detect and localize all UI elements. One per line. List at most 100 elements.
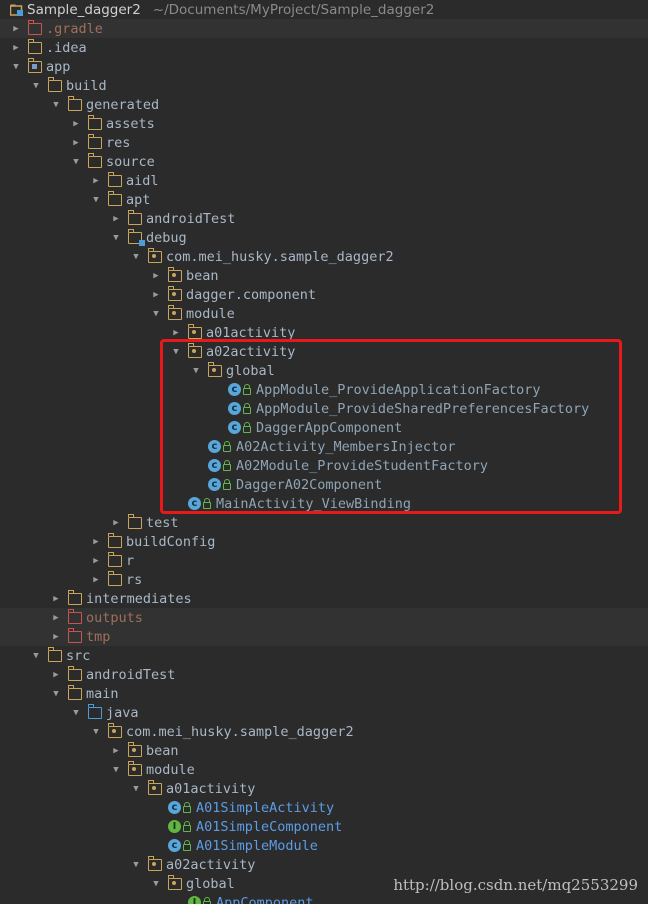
chevron-right-icon[interactable]: ▶ — [10, 43, 22, 53]
chevron-right-icon[interactable]: ▶ — [90, 537, 102, 547]
tree-row[interactable]: ▶ androidTest — [0, 665, 648, 684]
source-folder-icon — [87, 703, 102, 719]
tree-row[interactable]: ▶cAppModule_ProvideSharedPreferencesFact… — [0, 399, 648, 418]
tree-row[interactable]: ▼ main — [0, 684, 648, 703]
chevron-right-icon[interactable]: ▶ — [70, 119, 82, 129]
project-path: ~/Documents/MyProject/Sample_dagger2 — [152, 1, 435, 18]
chevron-down-icon[interactable]: ▼ — [30, 651, 42, 661]
tree-row[interactable]: ▶ assets — [0, 114, 648, 133]
chevron-down-icon[interactable]: ▼ — [10, 62, 22, 72]
tree-item-label: debug — [146, 229, 187, 246]
chevron-right-icon[interactable]: ▶ — [50, 594, 62, 604]
tree-row[interactable]: ▶cA02Activity_MembersInjector — [0, 437, 648, 456]
chevron-right-icon[interactable]: ▶ — [50, 670, 62, 680]
chevron-down-icon[interactable]: ▼ — [50, 689, 62, 699]
tree-item-label: dagger.component — [186, 286, 317, 303]
tree-item-label: buildConfig — [126, 533, 216, 550]
chevron-down-icon[interactable]: ▼ — [110, 233, 122, 243]
tree-row[interactable]: ▶cDaggerAppComponent — [0, 418, 648, 437]
tree-row[interactable]: ▶ dagger.component — [0, 285, 648, 304]
chevron-down-icon[interactable]: ▼ — [130, 252, 142, 262]
chevron-down-icon[interactable]: ▼ — [130, 860, 142, 870]
chevron-right-icon[interactable]: ▶ — [70, 138, 82, 148]
package-folder-icon — [147, 247, 162, 263]
chevron-down-icon[interactable]: ▼ — [70, 157, 82, 167]
tree-item-label: DaggerA02Component — [236, 476, 383, 493]
lock-icon — [203, 497, 211, 509]
tree-row[interactable]: ▶cMainActivity_ViewBinding — [0, 494, 648, 513]
project-name[interactable]: Sample_dagger2 — [27, 2, 141, 18]
lock-icon — [183, 820, 191, 832]
tree-row[interactable]: ▶ outputs — [0, 608, 648, 627]
tree-row[interactable]: ▼ source — [0, 152, 648, 171]
chevron-right-icon[interactable]: ▶ — [150, 290, 162, 300]
tree-item-label: androidTest — [146, 210, 236, 227]
class-icon: c — [228, 402, 241, 415]
chevron-down-icon[interactable]: ▼ — [70, 708, 82, 718]
chevron-right-icon[interactable]: ▶ — [150, 271, 162, 281]
tree-row[interactable]: ▶ a01activity — [0, 323, 648, 342]
tree-row[interactable]: ▼ debug — [0, 228, 648, 247]
chevron-right-icon[interactable]: ▶ — [90, 176, 102, 186]
chevron-down-icon[interactable]: ▼ — [190, 366, 202, 376]
chevron-down-icon[interactable]: ▼ — [30, 81, 42, 91]
tree-row[interactable]: ▼ a01activity — [0, 779, 648, 798]
tree-row[interactable]: ▶ androidTest — [0, 209, 648, 228]
chevron-down-icon[interactable]: ▼ — [90, 727, 102, 737]
tree-row[interactable]: ▶cDaggerA02Component — [0, 475, 648, 494]
tree-row[interactable]: ▶cA01SimpleModule — [0, 836, 648, 855]
chevron-down-icon[interactable]: ▼ — [50, 100, 62, 110]
excluded-folder-icon — [27, 19, 42, 35]
tree-row[interactable]: ▼ com.mei_husky.sample_dagger2 — [0, 722, 648, 741]
tree-row[interactable]: ▶IA01SimpleComponent — [0, 817, 648, 836]
tree-row[interactable]: ▶ buildConfig — [0, 532, 648, 551]
tree-row[interactable]: ▼ module — [0, 760, 648, 779]
tree-row[interactable]: ▶IAppComponent — [0, 893, 648, 904]
tree-row[interactable]: ▶ intermediates — [0, 589, 648, 608]
package-folder-icon — [127, 741, 142, 757]
tree-row[interactable]: ▼ build — [0, 76, 648, 95]
tree-row[interactable]: ▼ apt — [0, 190, 648, 209]
chevron-right-icon[interactable]: ▶ — [110, 214, 122, 224]
tree-row[interactable]: ▶ r — [0, 551, 648, 570]
package-folder-icon — [187, 342, 202, 358]
tree-item-label: A01SimpleModule — [196, 837, 318, 854]
chevron-right-icon[interactable]: ▶ — [50, 613, 62, 623]
chevron-down-icon[interactable]: ▼ — [90, 195, 102, 205]
chevron-right-icon[interactable]: ▶ — [170, 328, 182, 338]
tree-row[interactable]: ▼ module — [0, 304, 648, 323]
chevron-down-icon[interactable]: ▼ — [170, 347, 182, 357]
tree-row[interactable]: ▼ a02activity — [0, 855, 648, 874]
chevron-right-icon[interactable]: ▶ — [90, 556, 102, 566]
tree-row[interactable]: ▼ generated — [0, 95, 648, 114]
tree-row[interactable]: ▼ com.mei_husky.sample_dagger2 — [0, 247, 648, 266]
tree-item-label: A02Module_ProvideStudentFactory — [236, 457, 488, 474]
tree-row[interactable]: ▶cA01SimpleActivity — [0, 798, 648, 817]
tree-row[interactable]: ▶ tmp — [0, 627, 648, 646]
chevron-down-icon[interactable]: ▼ — [150, 879, 162, 889]
tree-row[interactable]: ▼ app — [0, 57, 648, 76]
tree-row[interactable]: ▶ rs — [0, 570, 648, 589]
chevron-down-icon[interactable]: ▼ — [130, 784, 142, 794]
chevron-down-icon[interactable]: ▼ — [110, 765, 122, 775]
tree-row[interactable]: ▶ test — [0, 513, 648, 532]
tree-row[interactable]: ▼ global — [0, 361, 648, 380]
tree-row[interactable]: ▼ java — [0, 703, 648, 722]
chevron-right-icon[interactable]: ▶ — [90, 575, 102, 585]
tree-row[interactable]: ▶cA02Module_ProvideStudentFactory — [0, 456, 648, 475]
tree-row[interactable]: ▶ bean — [0, 266, 648, 285]
tree-row[interactable]: ▼ src — [0, 646, 648, 665]
chevron-right-icon[interactable]: ▶ — [110, 746, 122, 756]
tree-row[interactable]: ▶ aidl — [0, 171, 648, 190]
chevron-right-icon[interactable]: ▶ — [50, 632, 62, 642]
tree-row[interactable]: ▶ .gradle — [0, 19, 648, 38]
tree-row[interactable]: ▶ bean — [0, 741, 648, 760]
tree-row[interactable]: ▶ res — [0, 133, 648, 152]
project-tree[interactable]: ▶ .gradle ▶ .idea ▼ app ▼ build ▼ generated ▶ asset… — [0, 19, 648, 904]
tree-row[interactable]: ▶ .idea — [0, 38, 648, 57]
tree-row[interactable]: ▼ a02activity — [0, 342, 648, 361]
chevron-down-icon[interactable]: ▼ — [150, 309, 162, 319]
chevron-right-icon[interactable]: ▶ — [110, 518, 122, 528]
chevron-right-icon[interactable]: ▶ — [10, 24, 22, 34]
tree-row[interactable]: ▶cAppModule_ProvideApplicationFactory — [0, 380, 648, 399]
